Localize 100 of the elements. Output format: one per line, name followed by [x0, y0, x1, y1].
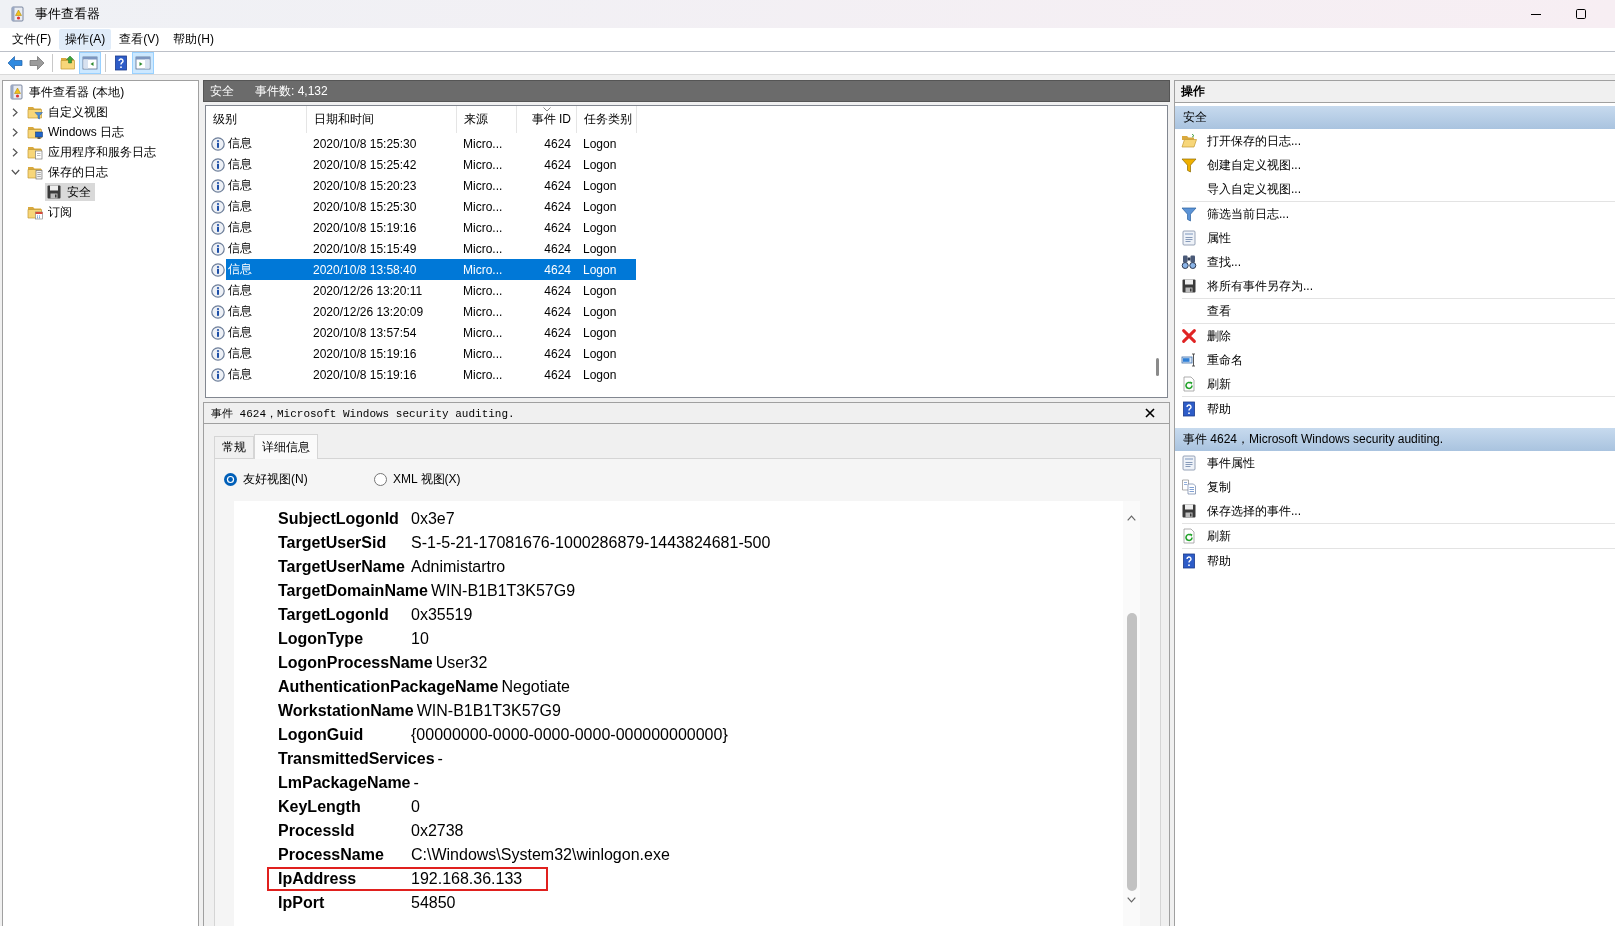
- event-row[interactable]: 信息 2020/10/8 13:58:40 Micro... 4624 Logon: [226, 259, 636, 280]
- table-cell-text: Micro...: [462, 157, 504, 172]
- event-row[interactable]: 信息 2020/12/26 13:20:11 Micro... 4624 Logon: [226, 280, 636, 301]
- close-icon[interactable]: [1145, 408, 1155, 418]
- menu-item[interactable]: 操作(A): [59, 29, 112, 50]
- event-row[interactable]: 信息 2020/10/8 15:20:23 Micro... 4624 Logon: [226, 175, 636, 196]
- table-cell-text: 信息: [227, 345, 253, 362]
- field-value: 0: [410, 798, 420, 816]
- table-cell-text: Logon: [582, 178, 618, 193]
- tree-item[interactable]: Windows 日志: [26, 123, 128, 141]
- info-icon: [211, 304, 225, 319]
- field-name: TransmittedServices: [278, 750, 435, 768]
- event-row[interactable]: 信息 2020/10/8 15:15:49 Micro... 4624 Logon: [226, 238, 636, 259]
- tree-item[interactable]: 应用程序和服务日志: [26, 143, 160, 161]
- event-row[interactable]: 信息 2020/10/8 15:25:30 Micro... 4624 Logon: [226, 196, 636, 217]
- menu-item[interactable]: 文件(F): [6, 29, 58, 50]
- radio-button[interactable]: XML 视图(X): [374, 469, 524, 489]
- event-row[interactable]: 信息 2020/10/8 15:19:16 Micro... 4624 Logon: [226, 364, 636, 385]
- menu-item[interactable]: 帮助(H): [167, 29, 220, 50]
- table-cell-text: 2020/10/8 15:25:30: [312, 199, 418, 214]
- action-item[interactable]: 重命名: [1175, 348, 1615, 372]
- field-name: WorkstationName: [278, 702, 414, 720]
- table-cell-text: Logon: [582, 283, 618, 298]
- action-item[interactable]: 删除: [1175, 324, 1615, 348]
- field-value: S-1-5-21-17081676-1000286879-1443824681-500: [410, 534, 771, 552]
- event-row[interactable]: 信息 2020/10/8 15:19:16 Micro... 4624 Logon: [226, 217, 636, 238]
- delete-icon: [1181, 328, 1197, 344]
- field-value: {00000000-0000-0000-0000-000000000000}: [410, 726, 728, 744]
- tab[interactable]: 详细信息: [254, 434, 318, 459]
- info-icon: [211, 241, 225, 256]
- help-icon: [1181, 553, 1197, 569]
- tree-item[interactable]: 自定义视图: [26, 103, 112, 121]
- field-name: LogonProcessName: [278, 654, 433, 672]
- field-value: 10: [410, 630, 429, 648]
- event-row[interactable]: 信息 2020/10/8 15:25:42 Micro... 4624 Logon: [226, 154, 636, 175]
- column-header[interactable]: 级别: [206, 106, 307, 133]
- action-item[interactable]: 属性: [1175, 226, 1615, 250]
- funnel-icon: [1181, 206, 1197, 222]
- event-row[interactable]: 信息 2020/10/8 15:25:30 Micro... 4624 Logon: [226, 133, 636, 154]
- table-cell-text: 2020/10/8 13:57:54: [312, 325, 418, 340]
- section-header[interactable]: 事件 4624，Microsoft Windows security auditing.: [1175, 428, 1615, 451]
- log-name: 安全: [210, 82, 234, 100]
- table-cell-text: Micro...: [462, 199, 504, 214]
- menu-item[interactable]: 查看(V): [113, 29, 166, 50]
- table-cell-text: Micro...: [462, 241, 504, 256]
- action-item[interactable]: 复制: [1175, 475, 1615, 499]
- table-cell-text: 4624: [543, 262, 572, 277]
- field-name: AuthenticationPackageName: [278, 678, 499, 696]
- tree-item[interactable]: 事件查看器 (本地): [7, 83, 129, 101]
- table-cell-text: Logon: [582, 220, 618, 235]
- maximize-icon[interactable]: [1576, 9, 1586, 19]
- table-cell-text: Logon: [582, 304, 618, 319]
- table-cell-text: Logon: [582, 199, 618, 214]
- table-cell-text: 2020/10/8 15:19:16: [312, 220, 418, 235]
- field-name: SubjectLogonId: [278, 510, 400, 528]
- field-value: 192.168.36.133: [410, 870, 523, 888]
- scroll-down-icon[interactable]: [1127, 897, 1136, 903]
- action-item[interactable]: 创建自定义视图...: [1175, 153, 1615, 177]
- tab[interactable]: 常规: [214, 436, 254, 458]
- field-value: 0x2738: [410, 822, 464, 840]
- action-item[interactable]: 打开保存的日志...: [1175, 129, 1615, 153]
- arrow-right-icon: [29, 55, 45, 71]
- action-item[interactable]: 查看: [1175, 299, 1615, 323]
- tree-item[interactable]: 保存的日志: [26, 163, 112, 181]
- action-item[interactable]: 帮助: [1175, 549, 1615, 573]
- table-cell-text: 信息: [227, 303, 253, 320]
- column-header[interactable]: 事件 ID: [517, 106, 577, 133]
- action-item[interactable]: 帮助: [1175, 397, 1615, 421]
- table-cell-text: Logon: [582, 262, 618, 277]
- action-item[interactable]: 刷新: [1175, 524, 1615, 548]
- action-pane-toggle-button[interactable]: [132, 52, 154, 74]
- event-row[interactable]: 信息 2020/12/26 13:20:09 Micro... 4624 Logon: [226, 301, 636, 322]
- table-cell-text: 2020/12/26 13:20:11: [312, 283, 424, 298]
- document-icon: [1181, 230, 1197, 246]
- minimize-icon[interactable]: [1531, 13, 1541, 15]
- action-item[interactable]: 刷新: [1175, 372, 1615, 396]
- column-header[interactable]: 任务类别: [577, 106, 637, 133]
- table-cell-text: 信息: [227, 219, 253, 236]
- column-header[interactable]: 来源: [457, 106, 517, 133]
- action-item[interactable]: 将所有事件另存为...: [1175, 274, 1615, 298]
- radio-button[interactable]: 友好视图(N): [224, 469, 374, 489]
- action-item[interactable]: 事件属性: [1175, 451, 1615, 475]
- action-item[interactable]: 导入自定义视图...: [1175, 177, 1615, 201]
- scroll-up-icon[interactable]: [1127, 515, 1136, 521]
- event-row[interactable]: 信息 2020/10/8 13:57:54 Micro... 4624 Logon: [226, 322, 636, 343]
- scrollbar-thumb[interactable]: [1156, 358, 1159, 376]
- tree-pane-toggle-button[interactable]: [79, 52, 101, 74]
- field-value: Adnimistartro: [410, 558, 506, 576]
- action-item[interactable]: 筛选当前日志...: [1175, 202, 1615, 226]
- tree-item[interactable]: 订阅: [26, 203, 76, 221]
- event-row[interactable]: 信息 2020/10/8 15:19:16 Micro... 4624 Logon: [226, 343, 636, 364]
- tree-item[interactable]: 安全: [45, 183, 95, 201]
- section-header[interactable]: 安全: [1175, 106, 1615, 129]
- action-item[interactable]: 保存选择的事件...: [1175, 499, 1615, 523]
- scrollbar-thumb[interactable]: [1126, 613, 1137, 891]
- folder-document-icon: [27, 144, 43, 160]
- field-value: User32: [434, 654, 488, 672]
- column-header[interactable]: 日期和时间: [307, 106, 457, 133]
- action-item[interactable]: 查找...: [1175, 250, 1615, 274]
- table-cell-text: 4624: [543, 136, 572, 151]
